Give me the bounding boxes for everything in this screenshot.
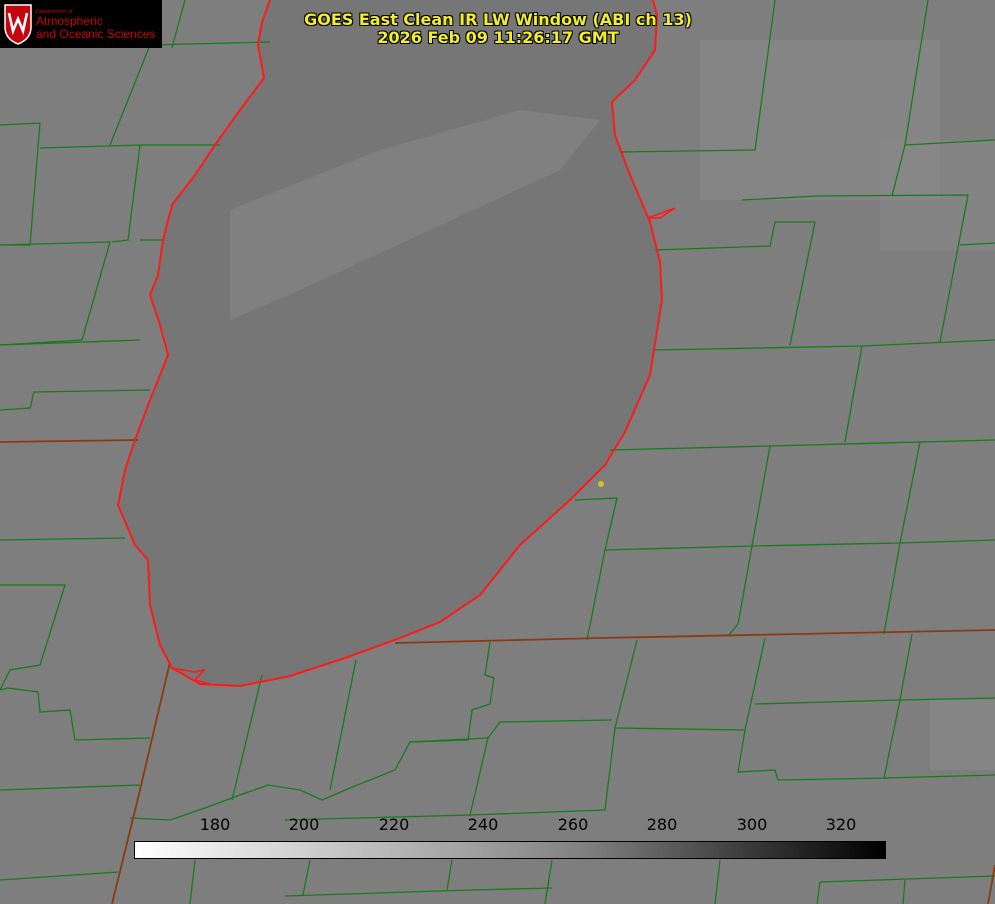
title-line1: GOES East Clean IR LW Window (ABI ch 13)	[304, 10, 692, 29]
colorbar-tick: 200	[288, 815, 320, 834]
colorbar-tick: 300	[736, 815, 768, 834]
logo-name-line2: and Oceanic Sciences	[36, 27, 156, 41]
colorbar-tick: 240	[467, 815, 499, 834]
colorbar-tick-labels: 180 200 220 240 260 280 300 320	[0, 815, 995, 835]
colorbar	[134, 841, 886, 859]
land-patch	[930, 700, 995, 770]
title-line2: 2026 Feb 09 11:26:17 GMT	[377, 28, 619, 47]
image-title: GOES East Clean IR LW Window (ABI ch 13)…	[250, 11, 746, 47]
logo-name-line1: Atmospheric	[36, 14, 103, 28]
city-dot-icon	[598, 481, 604, 487]
uw-crest-icon	[4, 4, 32, 45]
uw-aos-logo: Department of Atmospheric and Oceanic Sc…	[0, 0, 162, 48]
colorbar-tick: 320	[825, 815, 857, 834]
colorbar-tick: 280	[646, 815, 678, 834]
colorbar-tick: 180	[199, 815, 231, 834]
satellite-map	[0, 0, 995, 904]
colorbar-tick: 260	[557, 815, 589, 834]
colorbar-tick: 220	[378, 815, 410, 834]
